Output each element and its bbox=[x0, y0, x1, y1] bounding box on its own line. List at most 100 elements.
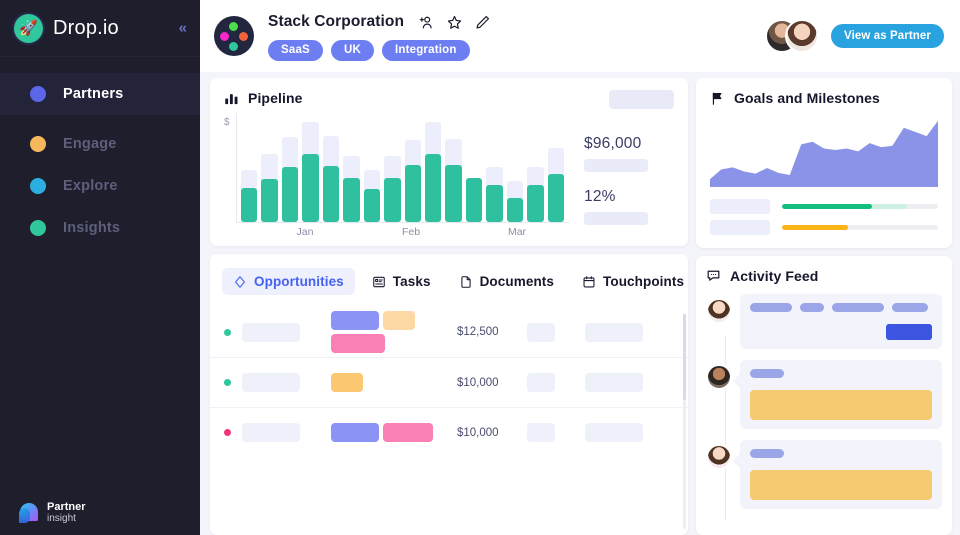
pipeline-chart: $ Jan Feb Mar bbox=[224, 113, 570, 238]
sidebar-item-label: Engage bbox=[63, 136, 117, 152]
bar-actual bbox=[547, 173, 564, 222]
bar-capacity bbox=[506, 180, 524, 222]
tag[interactable] bbox=[331, 311, 379, 330]
goals-title: Goals and Milestones bbox=[734, 90, 880, 106]
tag[interactable] bbox=[331, 423, 379, 442]
opportunities-scrollbar[interactable] bbox=[683, 314, 686, 529]
opportunity-amount: $12,500 bbox=[457, 326, 499, 338]
bar-column[interactable] bbox=[465, 113, 483, 222]
nav-dot-explore bbox=[30, 178, 46, 194]
bar-actual bbox=[424, 153, 442, 222]
star-icon[interactable] bbox=[446, 14, 463, 31]
left-column: Pipeline $ Jan Feb Mar $96,000 12% Oppor… bbox=[210, 78, 688, 535]
tab-label: Documents bbox=[479, 274, 554, 289]
opportunity-small-placeholder bbox=[527, 423, 555, 442]
bar-column[interactable] bbox=[281, 113, 299, 222]
chip-uk[interactable]: UK bbox=[330, 40, 374, 61]
feed-content-block bbox=[750, 389, 932, 420]
sidebar-item-insights[interactable]: Insights bbox=[0, 207, 200, 249]
view-as-partner-button[interactable]: View as Partner bbox=[831, 24, 944, 48]
tag[interactable] bbox=[331, 373, 363, 392]
chip-integration[interactable]: Integration bbox=[381, 40, 470, 61]
bar-capacity bbox=[343, 155, 360, 222]
bar-capacity bbox=[302, 121, 319, 222]
edit-pencil-icon[interactable] bbox=[474, 14, 491, 31]
status-badge bbox=[224, 328, 231, 336]
bar-column[interactable] bbox=[343, 113, 360, 222]
tab-opportunities[interactable]: Opportunities bbox=[222, 268, 355, 295]
bar-column[interactable] bbox=[322, 113, 340, 222]
tag[interactable] bbox=[383, 311, 415, 330]
tag[interactable] bbox=[383, 423, 433, 442]
tab-tasks[interactable]: Tasks bbox=[361, 268, 442, 295]
sidebar-item-engage[interactable]: Engage bbox=[0, 123, 200, 165]
chevron-left-double-icon[interactable]: « bbox=[179, 21, 187, 36]
bar-actual bbox=[465, 177, 483, 222]
tab-touchpoints[interactable]: Touchpoints bbox=[571, 268, 688, 295]
opportunity-tags bbox=[331, 311, 449, 353]
bar-capacity bbox=[486, 166, 503, 222]
tab-documents[interactable]: Documents bbox=[448, 268, 565, 295]
bar-capacity bbox=[465, 177, 483, 222]
bar-actual bbox=[506, 197, 524, 222]
task-list-icon bbox=[373, 276, 385, 287]
bar-column[interactable] bbox=[302, 113, 319, 222]
partner-insight-wordmark: Partner insight bbox=[47, 500, 86, 524]
table-row[interactable]: $10,000 bbox=[210, 407, 688, 457]
list-item[interactable] bbox=[706, 359, 942, 429]
bar-column[interactable] bbox=[424, 113, 442, 222]
pipeline-filter-placeholder[interactable] bbox=[609, 90, 674, 109]
add-person-icon[interactable] bbox=[418, 14, 435, 31]
nav-dot-engage bbox=[30, 136, 46, 152]
pipeline-growth-label-placeholder bbox=[584, 212, 648, 225]
bar-actual bbox=[322, 165, 340, 222]
feed-action-button[interactable] bbox=[886, 323, 932, 340]
bar-column[interactable] bbox=[506, 113, 524, 222]
list-item[interactable] bbox=[706, 439, 942, 509]
chat-bubble-icon bbox=[707, 271, 720, 282]
bar-column[interactable] bbox=[241, 113, 258, 222]
bar-actual bbox=[363, 188, 381, 222]
bar-capacity bbox=[261, 153, 278, 222]
table-row[interactable]: $10,000 bbox=[210, 357, 688, 407]
company-block: Stack Corporation SaaS UK Integration bbox=[268, 11, 491, 61]
bar-column[interactable] bbox=[527, 113, 544, 222]
bar-column[interactable] bbox=[261, 113, 278, 222]
bar-actual bbox=[261, 178, 278, 222]
tag[interactable] bbox=[331, 334, 385, 353]
bar-column[interactable] bbox=[547, 113, 564, 222]
bar-actual bbox=[281, 166, 299, 222]
bar-column[interactable] bbox=[445, 113, 462, 222]
opportunity-name-placeholder bbox=[242, 322, 300, 342]
list-item[interactable] bbox=[706, 293, 942, 349]
feed-bubble bbox=[732, 359, 942, 429]
goal-progress-bar bbox=[782, 224, 938, 230]
tab-label: Tasks bbox=[392, 274, 431, 289]
sidebar-footer: Partner insight bbox=[0, 501, 200, 525]
sidebar: 🚀 Drop.io « Partners Engage Explore Insi… bbox=[0, 0, 200, 535]
pipeline-bars bbox=[241, 113, 570, 222]
bar-capacity bbox=[404, 139, 421, 222]
bar-column[interactable] bbox=[404, 113, 421, 222]
sidebar-item-explore[interactable]: Explore bbox=[0, 165, 200, 207]
feed-pill-row bbox=[750, 302, 932, 312]
tab-label: Touchpoints bbox=[603, 274, 685, 289]
footer-line-1: Partner bbox=[47, 500, 86, 513]
bar-capacity bbox=[322, 135, 340, 222]
company-avatar bbox=[214, 16, 254, 56]
brand-name: Drop.io bbox=[53, 16, 119, 39]
sidebar-item-partners[interactable]: Partners bbox=[0, 73, 200, 115]
scrollbar-thumb[interactable] bbox=[683, 314, 686, 400]
bar-column[interactable] bbox=[363, 113, 381, 222]
sidebar-brand: 🚀 Drop.io « bbox=[0, 0, 200, 57]
topbar: Stack Corporation SaaS UK Integration Vi… bbox=[200, 0, 960, 72]
chip-saas[interactable]: SaaS bbox=[268, 40, 323, 61]
sidebar-item-label: Explore bbox=[63, 178, 118, 194]
bar-column[interactable] bbox=[384, 113, 401, 222]
topbar-right: View as Partner bbox=[765, 17, 944, 55]
table-row[interactable]: $12,500 bbox=[210, 307, 688, 357]
goals-area-svg bbox=[710, 120, 938, 187]
goal-label-placeholder bbox=[710, 198, 770, 214]
avatar-group[interactable] bbox=[765, 17, 821, 55]
bar-column[interactable] bbox=[486, 113, 503, 222]
